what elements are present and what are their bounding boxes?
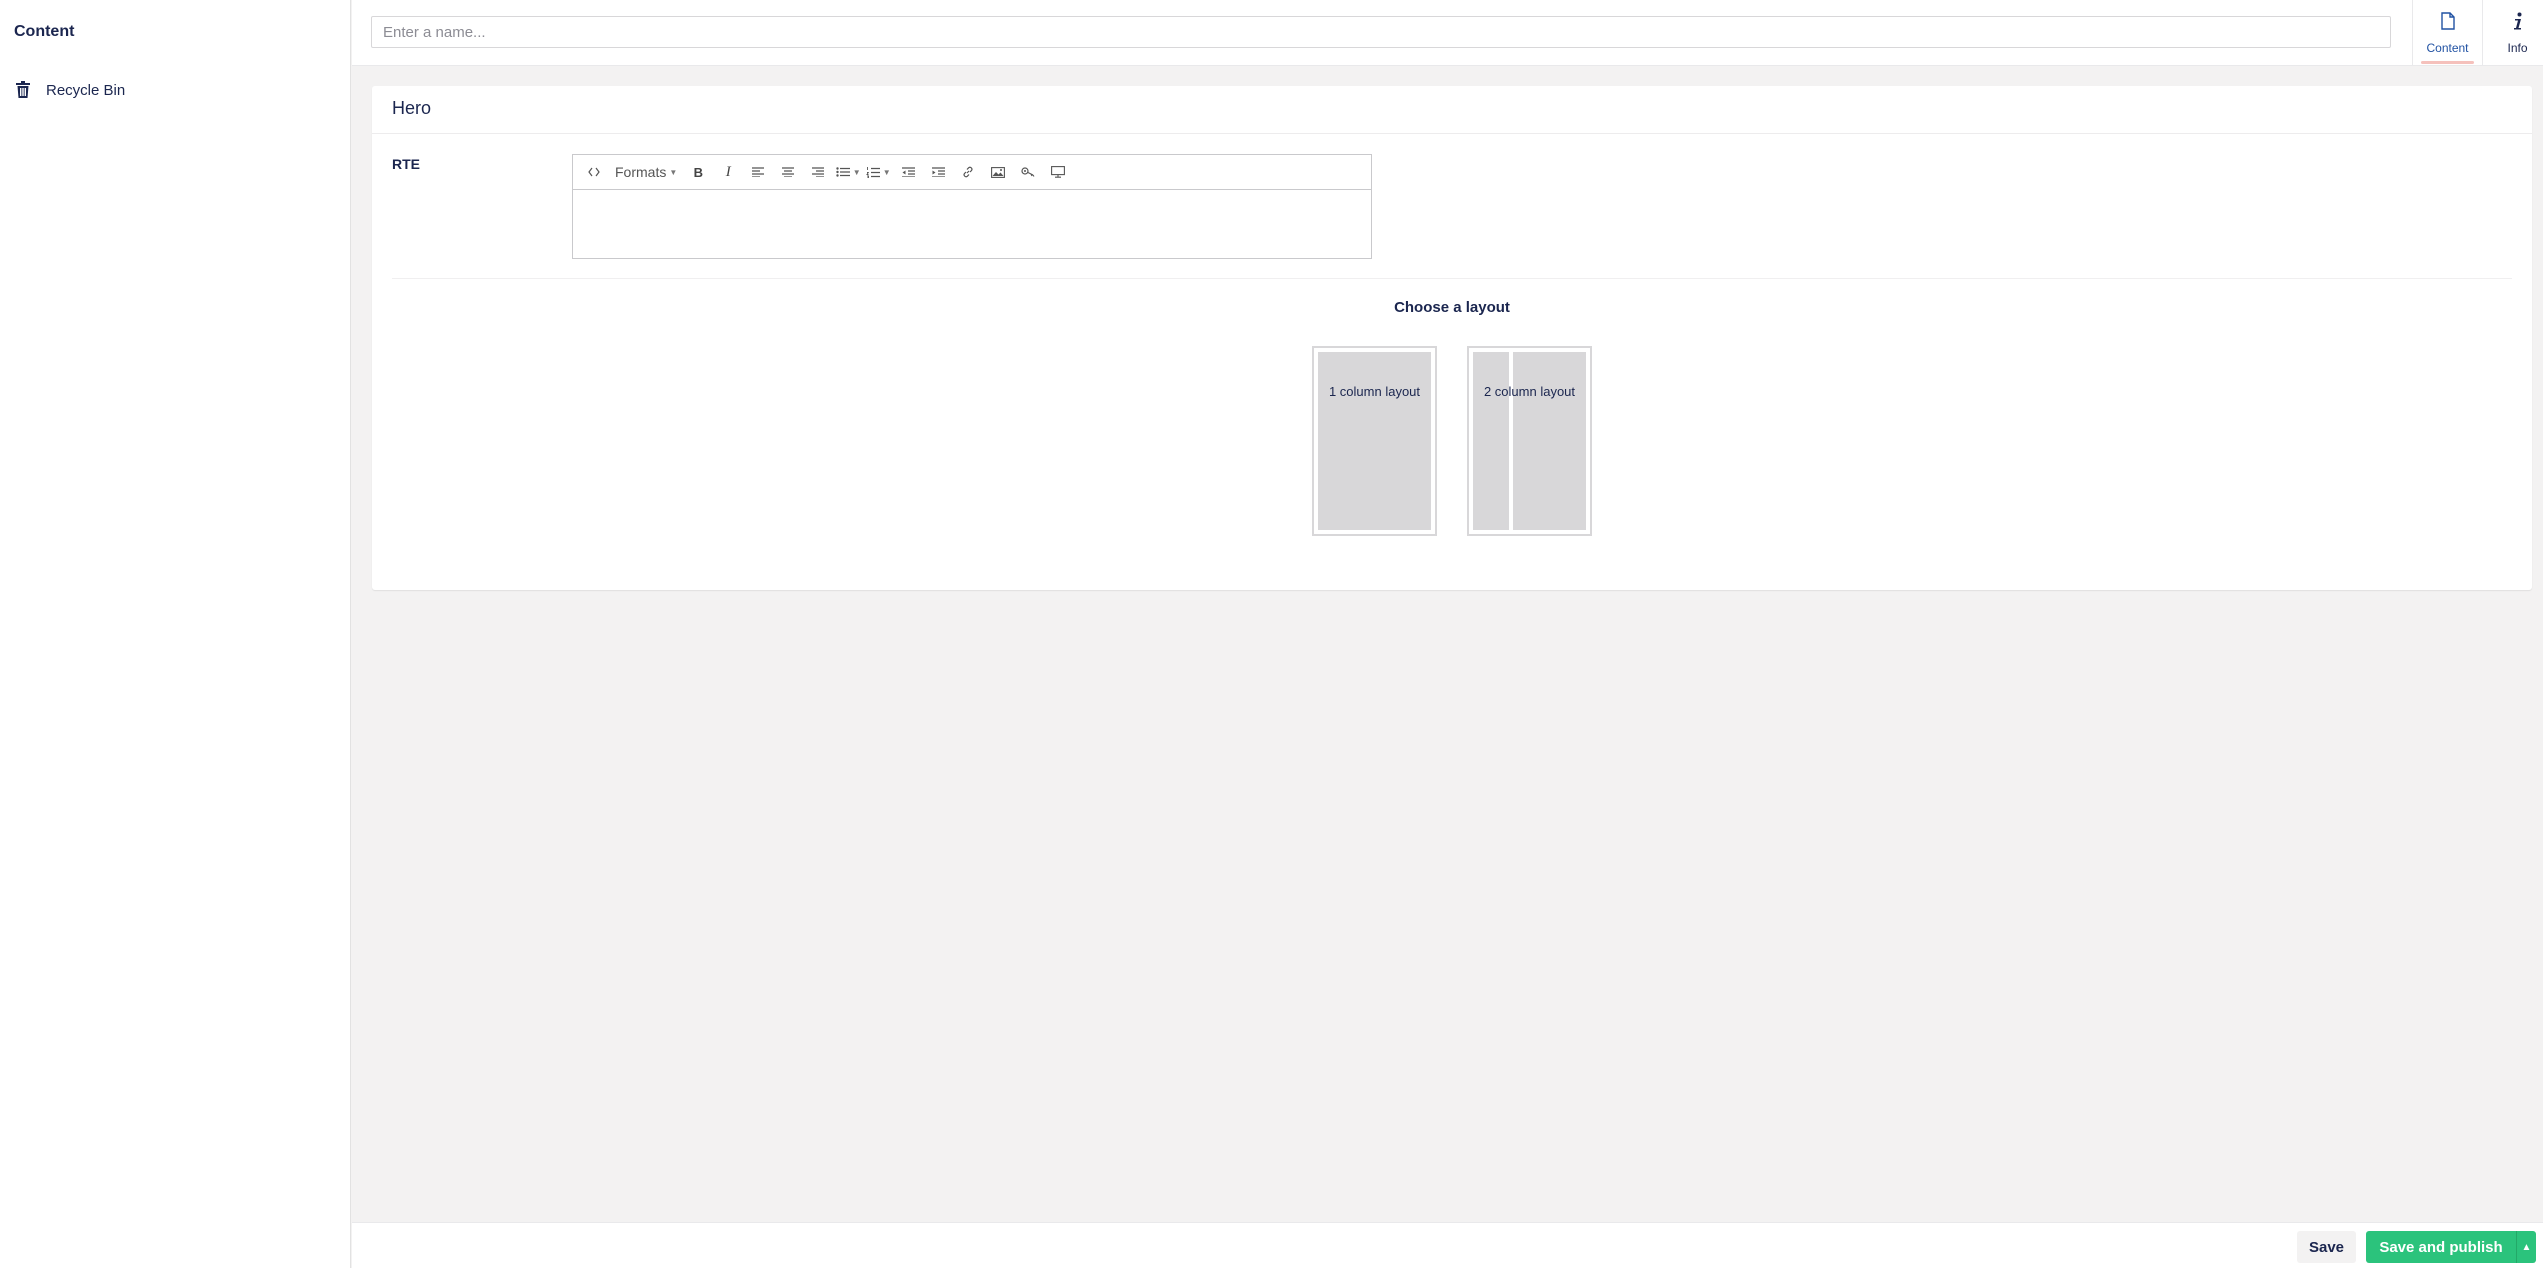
rte-content-area[interactable] (573, 190, 1371, 258)
layout-label: 2 column layout (1483, 384, 1576, 399)
info-icon (2512, 12, 2524, 35)
publish-options-button[interactable]: ▲ (2516, 1231, 2536, 1263)
link-icon[interactable] (953, 158, 983, 186)
layout-column (1513, 352, 1586, 530)
align-left-icon[interactable] (743, 158, 773, 186)
formats-dropdown[interactable]: Formats ▼ (609, 158, 683, 186)
section-divider (392, 278, 2512, 279)
tab-info[interactable]: Info (2482, 0, 2543, 66)
layout-label: 1 column layout (1328, 384, 1421, 399)
tab-content[interactable]: Content (2412, 0, 2482, 66)
numbered-list-icon[interactable]: ▼ (863, 158, 893, 186)
panel-divider (372, 133, 2532, 134)
editor-header: Content Info (352, 0, 2543, 66)
code-icon[interactable] (579, 158, 609, 186)
chevron-up-icon: ▲ (2521, 1241, 2532, 1253)
align-right-icon[interactable] (803, 158, 833, 186)
macro-icon[interactable] (1013, 158, 1043, 186)
content-panel: Hero RTE Formats ▼ B I ▼ ▼ Choose a layo… (372, 86, 2532, 590)
align-center-icon[interactable] (773, 158, 803, 186)
panel-title: Hero (392, 98, 432, 118)
layout-column (1318, 352, 1431, 530)
sidebar: Content Recycle Bin (0, 0, 351, 1268)
image-icon[interactable] (983, 158, 1013, 186)
tab-info-label: Info (2507, 41, 2528, 55)
layout-preview (1473, 352, 1586, 530)
chevron-down-icon: ▼ (669, 167, 678, 177)
save-and-publish-button[interactable]: Save and publish (2366, 1231, 2516, 1263)
property-label-rte: RTE (392, 156, 420, 172)
layout-option-1-column[interactable]: 1 column layout (1312, 346, 1437, 536)
editor-footer: Save Save and publish ▲ (352, 1222, 2543, 1268)
outdent-icon[interactable] (893, 158, 923, 186)
sidebar-item-label: Recycle Bin (46, 81, 126, 99)
sidebar-item-recycle-bin[interactable]: Recycle Bin (0, 74, 351, 106)
active-tab-indicator (2421, 61, 2474, 64)
layout-option-2-column[interactable]: 2 column layout (1467, 346, 1592, 536)
sidebar-title: Content (14, 23, 75, 40)
document-icon (2440, 12, 2455, 35)
bold-icon[interactable]: B (683, 158, 713, 186)
name-input[interactable] (371, 16, 2391, 48)
trash-icon (16, 81, 32, 99)
indent-icon[interactable] (923, 158, 953, 186)
bullet-list-icon[interactable]: ▼ (833, 158, 863, 186)
italic-icon[interactable]: I (713, 158, 743, 186)
tab-content-label: Content (2426, 41, 2469, 55)
embed-icon[interactable] (1043, 158, 1073, 186)
save-button[interactable]: Save (2297, 1231, 2356, 1263)
layout-heading: Choose a layout (1394, 299, 1510, 316)
formats-label: Formats (615, 164, 667, 180)
rte-toolbar: Formats ▼ B I ▼ ▼ (573, 155, 1371, 190)
layout-column (1473, 352, 1509, 530)
layout-preview (1318, 352, 1431, 530)
rich-text-editor: Formats ▼ B I ▼ ▼ (572, 154, 1372, 259)
chevron-down-icon: ▼ (882, 167, 891, 177)
chevron-down-icon: ▼ (852, 167, 861, 177)
